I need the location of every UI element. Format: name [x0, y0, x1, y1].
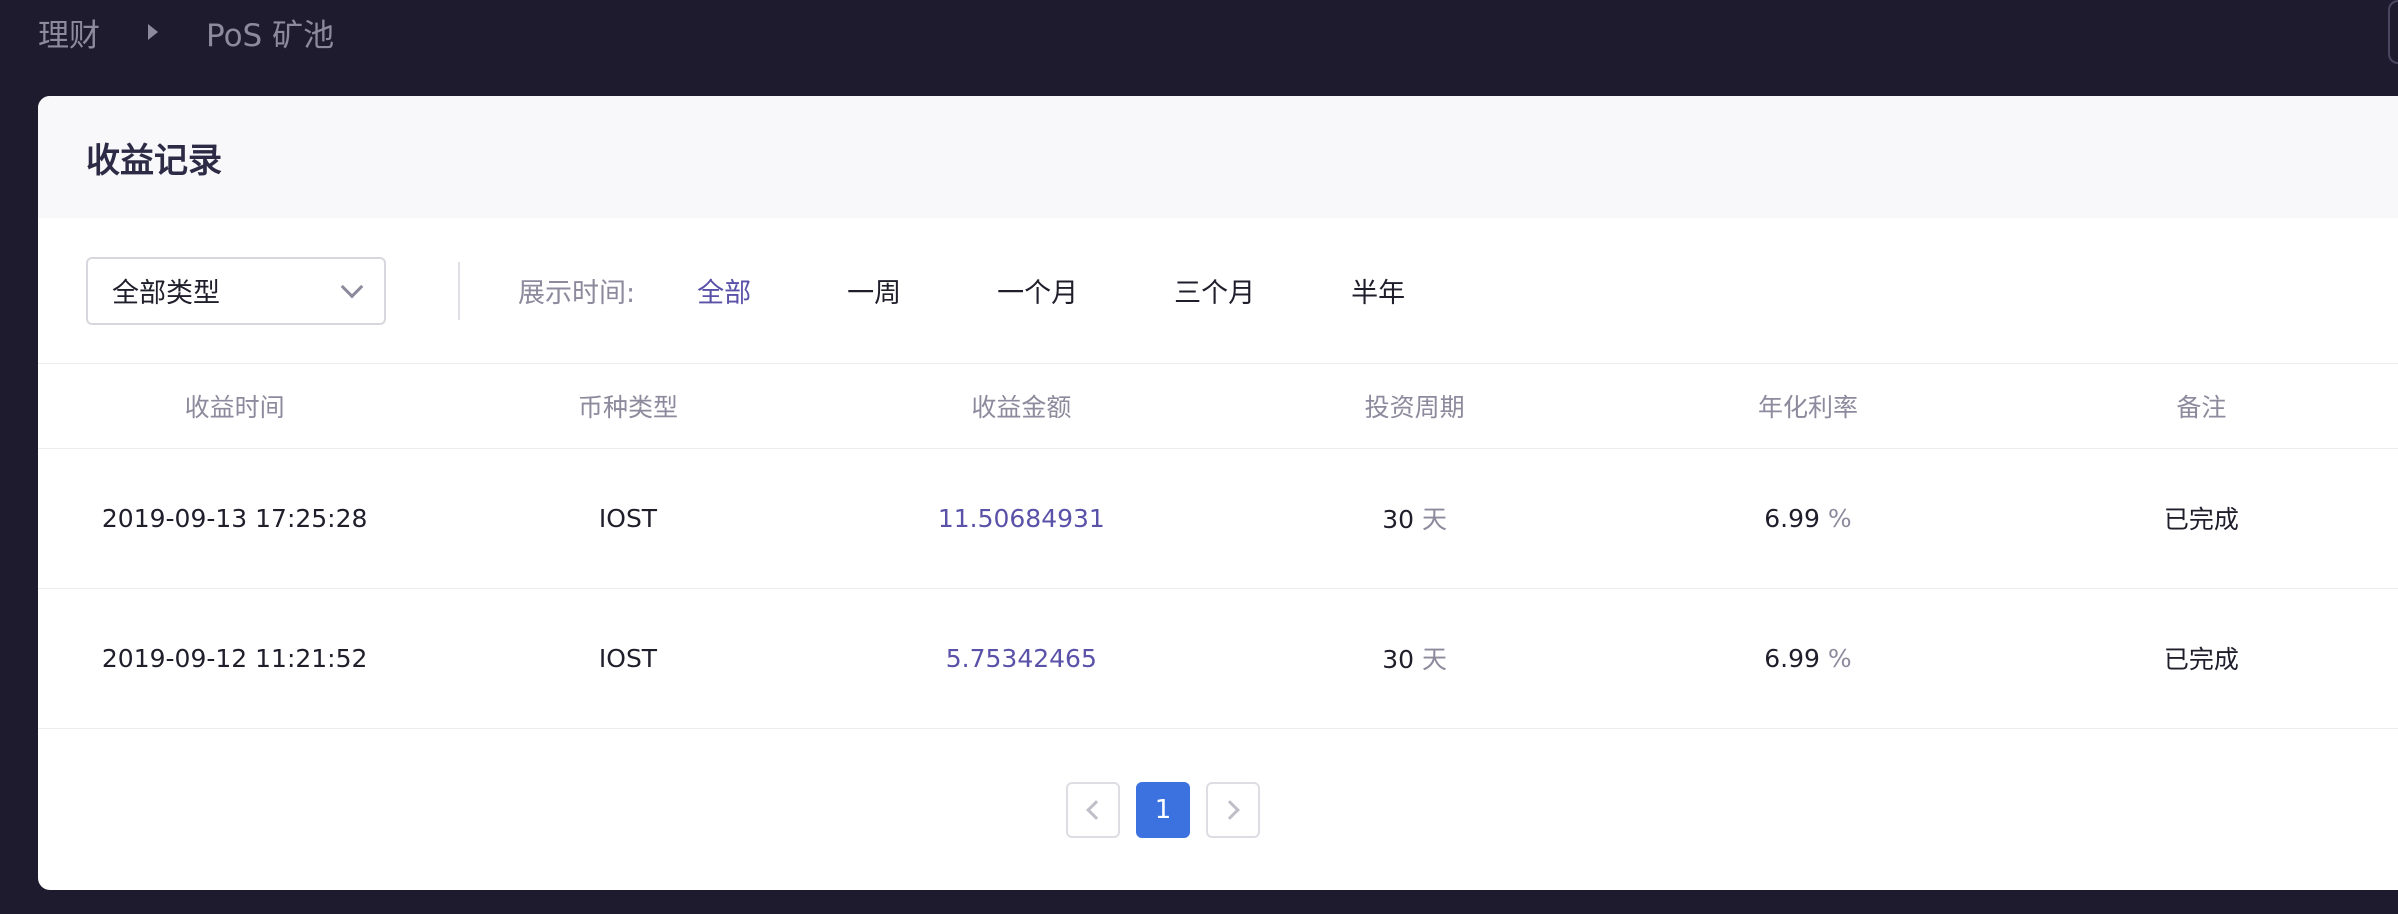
period-half-year[interactable]: 半年	[1351, 271, 1405, 310]
col-amount: 收益金额	[824, 364, 1218, 449]
scroll-handle[interactable]	[2388, 0, 2398, 64]
breadcrumb-current: PoS 矿池	[206, 17, 335, 54]
cell-coin: IOST	[431, 448, 825, 589]
chevron-right-icon	[1220, 800, 1240, 820]
col-note: 备注	[2004, 364, 2398, 449]
cell-rate: 6.99 %	[1611, 588, 2005, 729]
cell-time: 2019-09-12 11:21:52	[38, 588, 432, 729]
period-three-months[interactable]: 三个月	[1174, 271, 1255, 310]
table-header-row: 收益时间 币种类型 收益金额 投资周期 年化利率 备注	[38, 364, 2398, 449]
table-row: 2019-09-13 17:25:28 IOST 11.50684931 30 …	[38, 448, 2398, 589]
rate-unit: %	[1827, 643, 1852, 673]
cell-period: 30 天	[1217, 588, 1612, 729]
page: 理财 PoS 矿池 收益记录 全部类型 展示时间: 全部 一周 一个月 三个月 …	[0, 0, 2398, 914]
earnings-table: 收益时间 币种类型 收益金额 投资周期 年化利率 备注 2019-09-13 1…	[38, 364, 2398, 729]
period-value: 30	[1382, 645, 1415, 674]
filter-bar: 全部类型 展示时间: 全部 一周 一个月 三个月 半年	[38, 218, 2398, 364]
cell-note: 已完成	[2004, 588, 2398, 729]
table-row: 2019-09-12 11:21:52 IOST 5.75342465 30 天…	[38, 588, 2398, 729]
col-time: 收益时间	[38, 364, 432, 449]
card-header: 收益记录	[38, 96, 2398, 218]
rate-value: 6.99	[1764, 503, 1820, 533]
time-filter-label: 展示时间:	[518, 278, 636, 309]
breadcrumb-root[interactable]: 理财	[38, 10, 100, 55]
page-button-current[interactable]: 1	[1136, 782, 1190, 838]
rate-unit: %	[1827, 503, 1852, 533]
period-month[interactable]: 一个月	[997, 271, 1078, 310]
pagination: 1	[38, 782, 2398, 838]
col-period: 投资周期	[1217, 364, 1612, 449]
type-select-value: 全部类型	[112, 278, 220, 309]
period-unit: 天	[1422, 505, 1448, 534]
rate-value: 6.99	[1764, 643, 1820, 673]
cell-amount: 5.75342465	[824, 588, 1218, 729]
chevron-left-icon	[1086, 800, 1106, 820]
cell-amount: 11.50684931	[824, 448, 1218, 589]
cell-note: 已完成	[2004, 448, 2398, 589]
col-rate: 年化利率	[1611, 364, 2005, 449]
next-page-button[interactable]	[1206, 782, 1260, 838]
period-all[interactable]: 全部	[697, 271, 751, 310]
type-select[interactable]: 全部类型	[86, 256, 386, 325]
chevron-down-icon	[340, 275, 364, 298]
chevron-right-icon	[148, 24, 158, 40]
cell-rate: 6.99 %	[1611, 448, 2005, 589]
cell-period: 30 天	[1217, 448, 1612, 589]
period-week[interactable]: 一周	[847, 271, 901, 310]
cell-coin: IOST	[431, 588, 825, 729]
cell-time: 2019-09-13 17:25:28	[38, 448, 432, 589]
page-title: 收益记录	[86, 140, 222, 181]
period-value: 30	[1382, 505, 1415, 534]
divider	[458, 261, 460, 320]
breadcrumb: 理财 PoS 矿池	[38, 8, 334, 56]
prev-page-button[interactable]	[1066, 782, 1120, 838]
col-coin: 币种类型	[431, 364, 825, 449]
earnings-card: 收益记录 全部类型 展示时间: 全部 一周 一个月 三个月 半年 收益时间 币种…	[38, 96, 2398, 890]
period-unit: 天	[1422, 645, 1448, 674]
